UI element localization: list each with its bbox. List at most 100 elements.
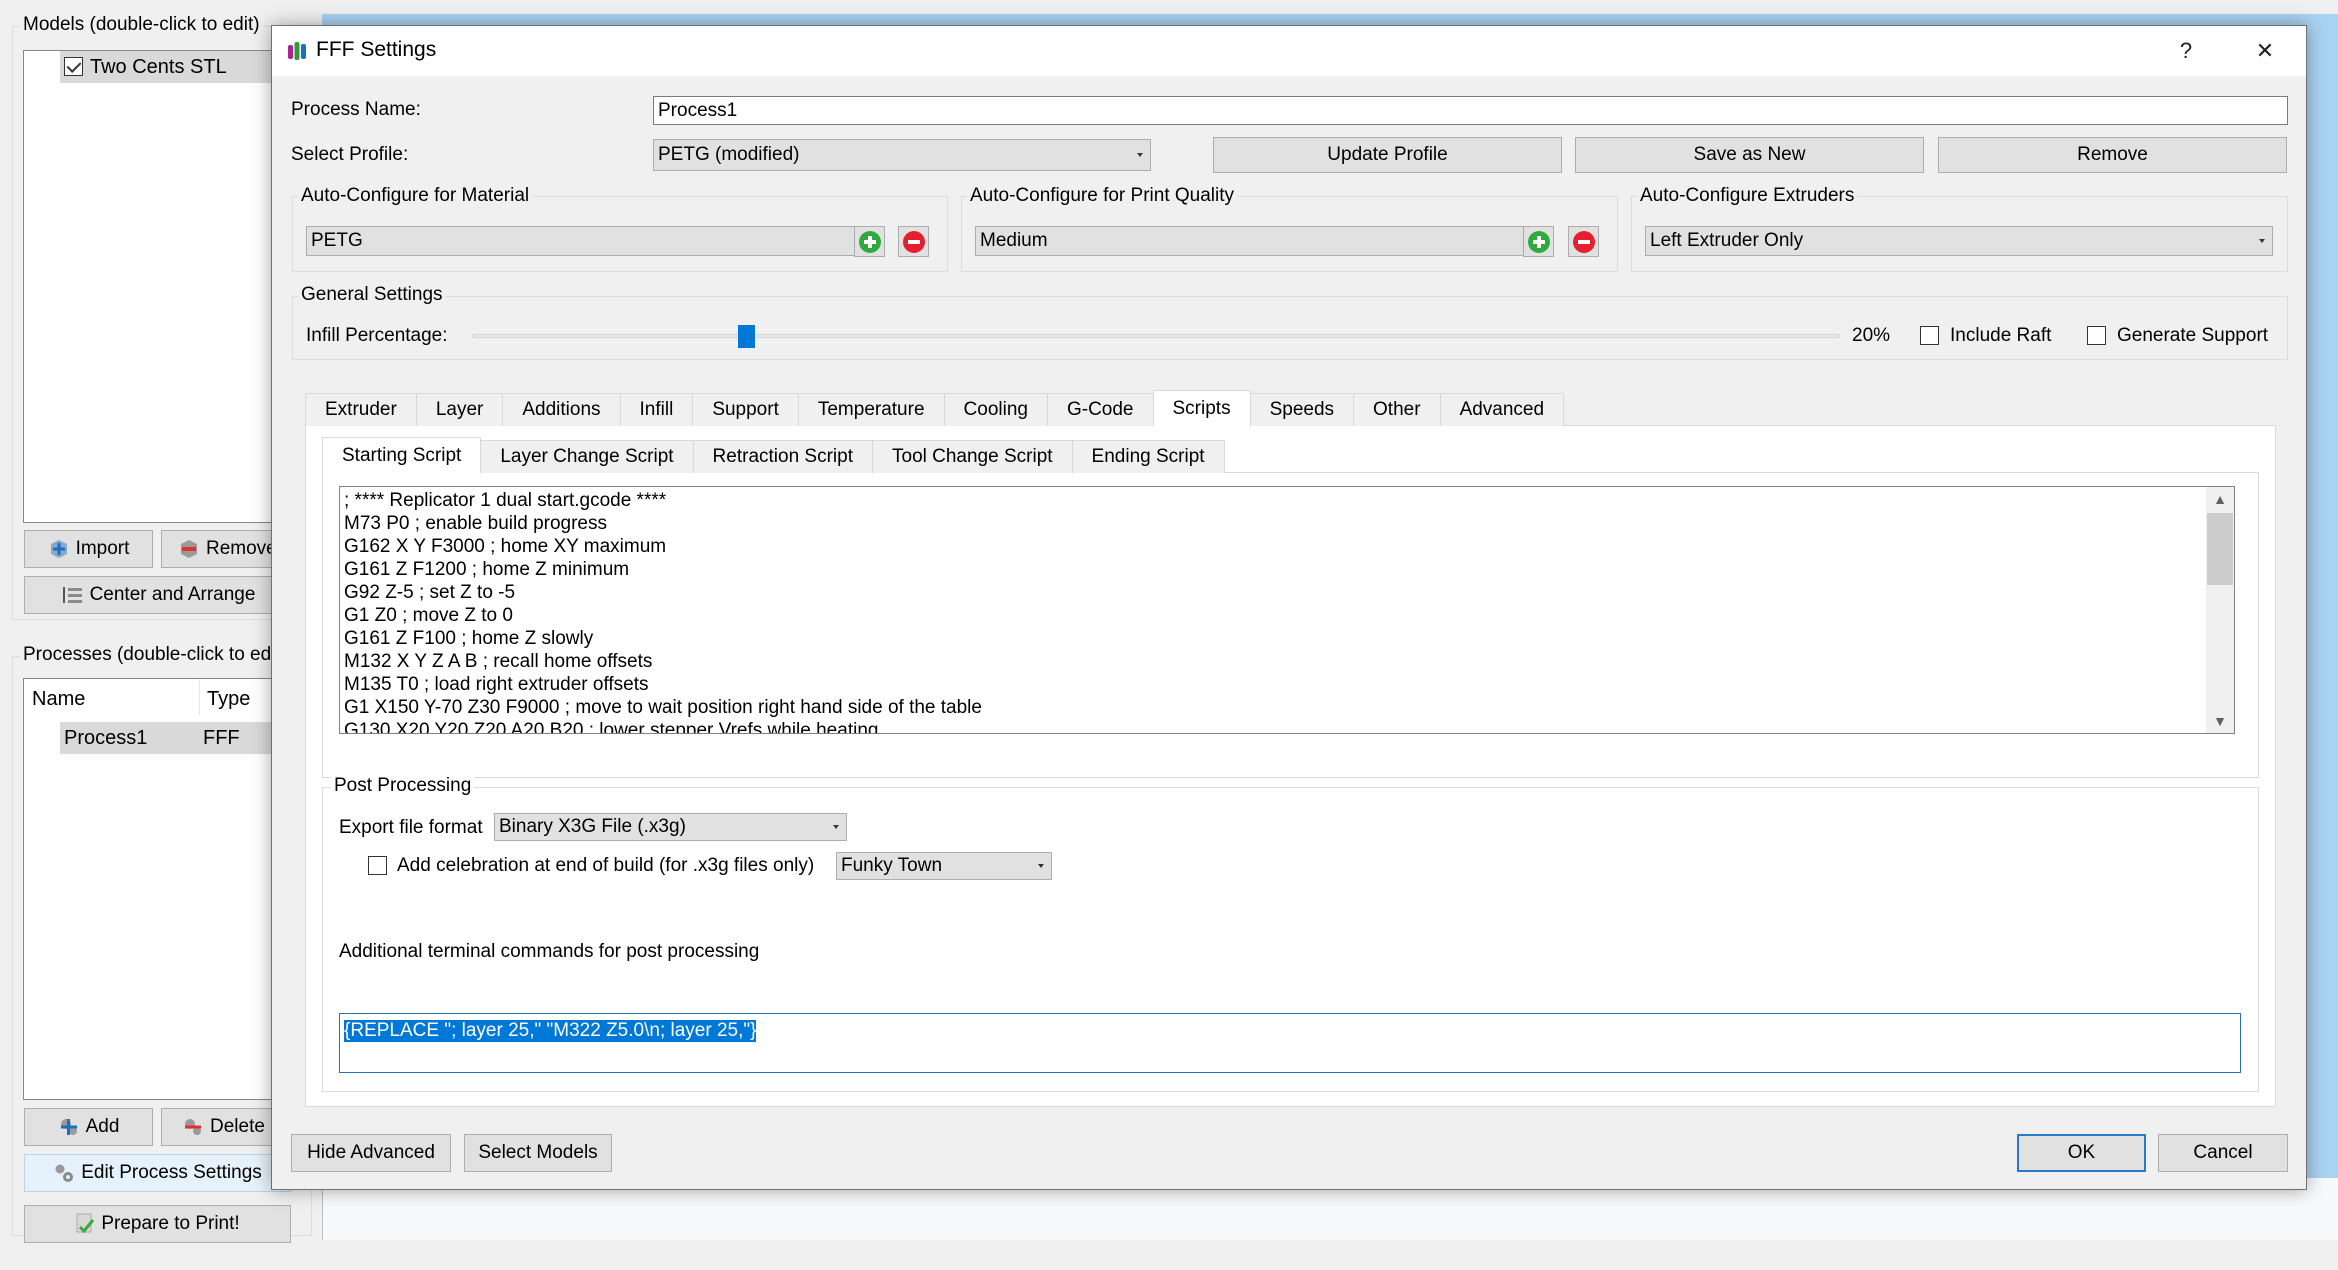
model-name: Two Cents STL: [90, 56, 227, 78]
terminal-commands-input[interactable]: {REPLACE "; layer 25," "M322 Z5.0\n; lay…: [339, 1013, 2241, 1073]
remove-model-label: Remove: [206, 538, 277, 559]
starting-script-editor[interactable]: ; **** Replicator 1 dual start.gcode ***…: [339, 486, 2235, 734]
cancel-button[interactable]: Cancel: [2158, 1134, 2288, 1172]
extruders-value: Left Extruder Only: [1650, 230, 1804, 251]
chevron-down-icon: [1137, 153, 1143, 157]
script-tab-layer-change-script[interactable]: Layer Change Script: [480, 440, 694, 473]
scroll-down-icon[interactable]: ▼: [2206, 709, 2234, 733]
script-scrollbar[interactable]: ▲ ▼: [2206, 487, 2234, 733]
select-models-button[interactable]: Select Models: [464, 1134, 612, 1172]
remove-cube-icon: [181, 540, 197, 558]
center-arrange-button[interactable]: Center and Arrange: [24, 576, 291, 614]
script-tabs: Starting Script Layer Change Script Retrac…: [322, 437, 1225, 473]
prepare-to-print-button[interactable]: Prepare to Print!: [24, 1205, 291, 1243]
general-settings-title: General Settings: [298, 284, 446, 306]
model-visible-checkbox[interactable]: [64, 57, 83, 76]
import-button[interactable]: Import: [24, 530, 153, 568]
tab-temperature[interactable]: Temperature: [797, 393, 945, 426]
process-name-cell: Process1: [64, 727, 148, 749]
tab-other[interactable]: Other: [1353, 393, 1441, 426]
add-quality-button[interactable]: [1523, 226, 1554, 257]
extruders-dropdown[interactable]: Left Extruder Only: [1645, 226, 2273, 256]
script-line: G1 Z0 ; move Z to 0: [344, 605, 513, 626]
infill-slider-track[interactable]: [472, 334, 1840, 338]
tab-infill[interactable]: Infill: [619, 393, 694, 426]
tab-extruder[interactable]: Extruder: [305, 393, 417, 426]
remove-profile-button[interactable]: Remove: [1938, 137, 2287, 173]
update-profile-label: Update Profile: [1327, 144, 1448, 165]
material-dropdown[interactable]: PETG: [306, 226, 872, 256]
ok-label: OK: [2067, 1142, 2096, 1163]
cancel-label: Cancel: [2193, 1142, 2253, 1163]
column-header-name[interactable]: Name: [32, 688, 85, 711]
export-format-value: Binary X3G File (.x3g): [499, 816, 686, 837]
remove-profile-label: Remove: [2077, 144, 2148, 165]
script-line: G92 Z-5 ; set Z to -5: [344, 582, 516, 603]
ok-button[interactable]: OK: [2017, 1134, 2146, 1172]
celebration-song-dropdown[interactable]: Funky Town: [836, 852, 1052, 880]
terminal-commands-value: {REPLACE "; layer 25," "M322 Z5.0\n; lay…: [344, 1020, 757, 1042]
post-processing-title: Post Processing: [331, 775, 475, 797]
tab-layer[interactable]: Layer: [415, 393, 504, 426]
auto-quality-title: Auto-Configure for Print Quality: [967, 185, 1238, 207]
quality-value: Medium: [980, 230, 1048, 251]
center-arrange-label: Center and Arrange: [89, 584, 256, 605]
fff-settings-dialog: FFF Settings ? ✕ Process Name: Process1 …: [271, 25, 2307, 1190]
celebration-checkbox[interactable]: [368, 856, 387, 875]
settings-gears-icon: [55, 1164, 74, 1182]
tab-cooling[interactable]: Cooling: [943, 393, 1048, 426]
hide-advanced-button[interactable]: Hide Advanced: [291, 1134, 451, 1172]
column-header-type[interactable]: Type: [207, 688, 250, 711]
export-format-dropdown[interactable]: Binary X3G File (.x3g): [494, 813, 847, 841]
plus-icon: [1527, 230, 1550, 253]
chevron-down-icon: [2259, 239, 2265, 243]
hide-advanced-label: Hide Advanced: [307, 1142, 435, 1163]
infill-percent-value: 20%: [1852, 325, 1891, 346]
process-name-input[interactable]: Process1: [653, 96, 2288, 125]
remove-material-button[interactable]: [898, 226, 929, 257]
tab-speeds[interactable]: Speeds: [1249, 393, 1355, 426]
scroll-up-icon[interactable]: ▲: [2206, 487, 2234, 511]
tab-advanced[interactable]: Advanced: [1439, 393, 1565, 426]
generate-support-checkbox[interactable]: [2087, 326, 2106, 345]
models-list[interactable]: Two Cents STL: [23, 50, 313, 523]
infill-label: Infill Percentage:: [306, 325, 448, 346]
quality-dropdown[interactable]: Medium: [975, 226, 1542, 256]
script-line: G161 Z F1200 ; home Z minimum: [344, 559, 630, 580]
edit-process-settings-button[interactable]: Edit Process Settings: [24, 1154, 291, 1192]
tab-additions[interactable]: Additions: [502, 393, 621, 426]
infill-slider-thumb[interactable]: [737, 325, 755, 348]
dialog-titlebar[interactable]: FFF Settings ? ✕: [272, 26, 2306, 76]
add-gear-icon: [60, 1119, 77, 1135]
select-profile-value: PETG (modified): [658, 144, 800, 165]
script-tab-tool-change-script[interactable]: Tool Change Script: [872, 440, 1073, 473]
tab-support[interactable]: Support: [692, 393, 799, 426]
include-raft-checkbox[interactable]: [1920, 326, 1939, 345]
celebration-song-value: Funky Town: [841, 855, 943, 876]
delete-process-label: Delete: [210, 1116, 265, 1137]
minus-icon: [902, 230, 925, 253]
processes-table[interactable]: Name Type Process1 FFF: [23, 678, 313, 1100]
script-tab-starting-script[interactable]: Starting Script: [322, 437, 482, 473]
tab-g-code[interactable]: G-Code: [1046, 393, 1154, 426]
script-text: ; **** Replicator 1 dual start.gcode ***…: [340, 487, 2234, 733]
generate-support-label: Generate Support: [2117, 325, 2269, 346]
scrollbar-thumb[interactable]: [2207, 513, 2233, 585]
add-process-label: Add: [85, 1116, 120, 1137]
close-icon: ✕: [2255, 38, 2275, 63]
help-button[interactable]: ?: [2166, 34, 2206, 68]
auto-extruders-title: Auto-Configure Extruders: [1637, 185, 1858, 207]
import-cube-icon: [50, 540, 67, 558]
close-button[interactable]: ✕: [2245, 34, 2285, 68]
prepare-to-print-label: Prepare to Print!: [101, 1213, 240, 1234]
remove-quality-button[interactable]: [1568, 226, 1599, 257]
process-name-label: Process Name:: [291, 99, 421, 120]
update-profile-button[interactable]: Update Profile: [1213, 137, 1562, 173]
save-as-new-button[interactable]: Save as New: [1575, 137, 1924, 173]
script-tab-ending-script[interactable]: Ending Script: [1071, 440, 1225, 473]
tab-scripts[interactable]: Scripts: [1152, 390, 1251, 426]
add-material-button[interactable]: [854, 226, 885, 257]
script-tab-retraction-script[interactable]: Retraction Script: [692, 440, 873, 473]
add-process-button[interactable]: Add: [24, 1108, 153, 1146]
select-profile-dropdown[interactable]: PETG (modified): [653, 139, 1151, 171]
